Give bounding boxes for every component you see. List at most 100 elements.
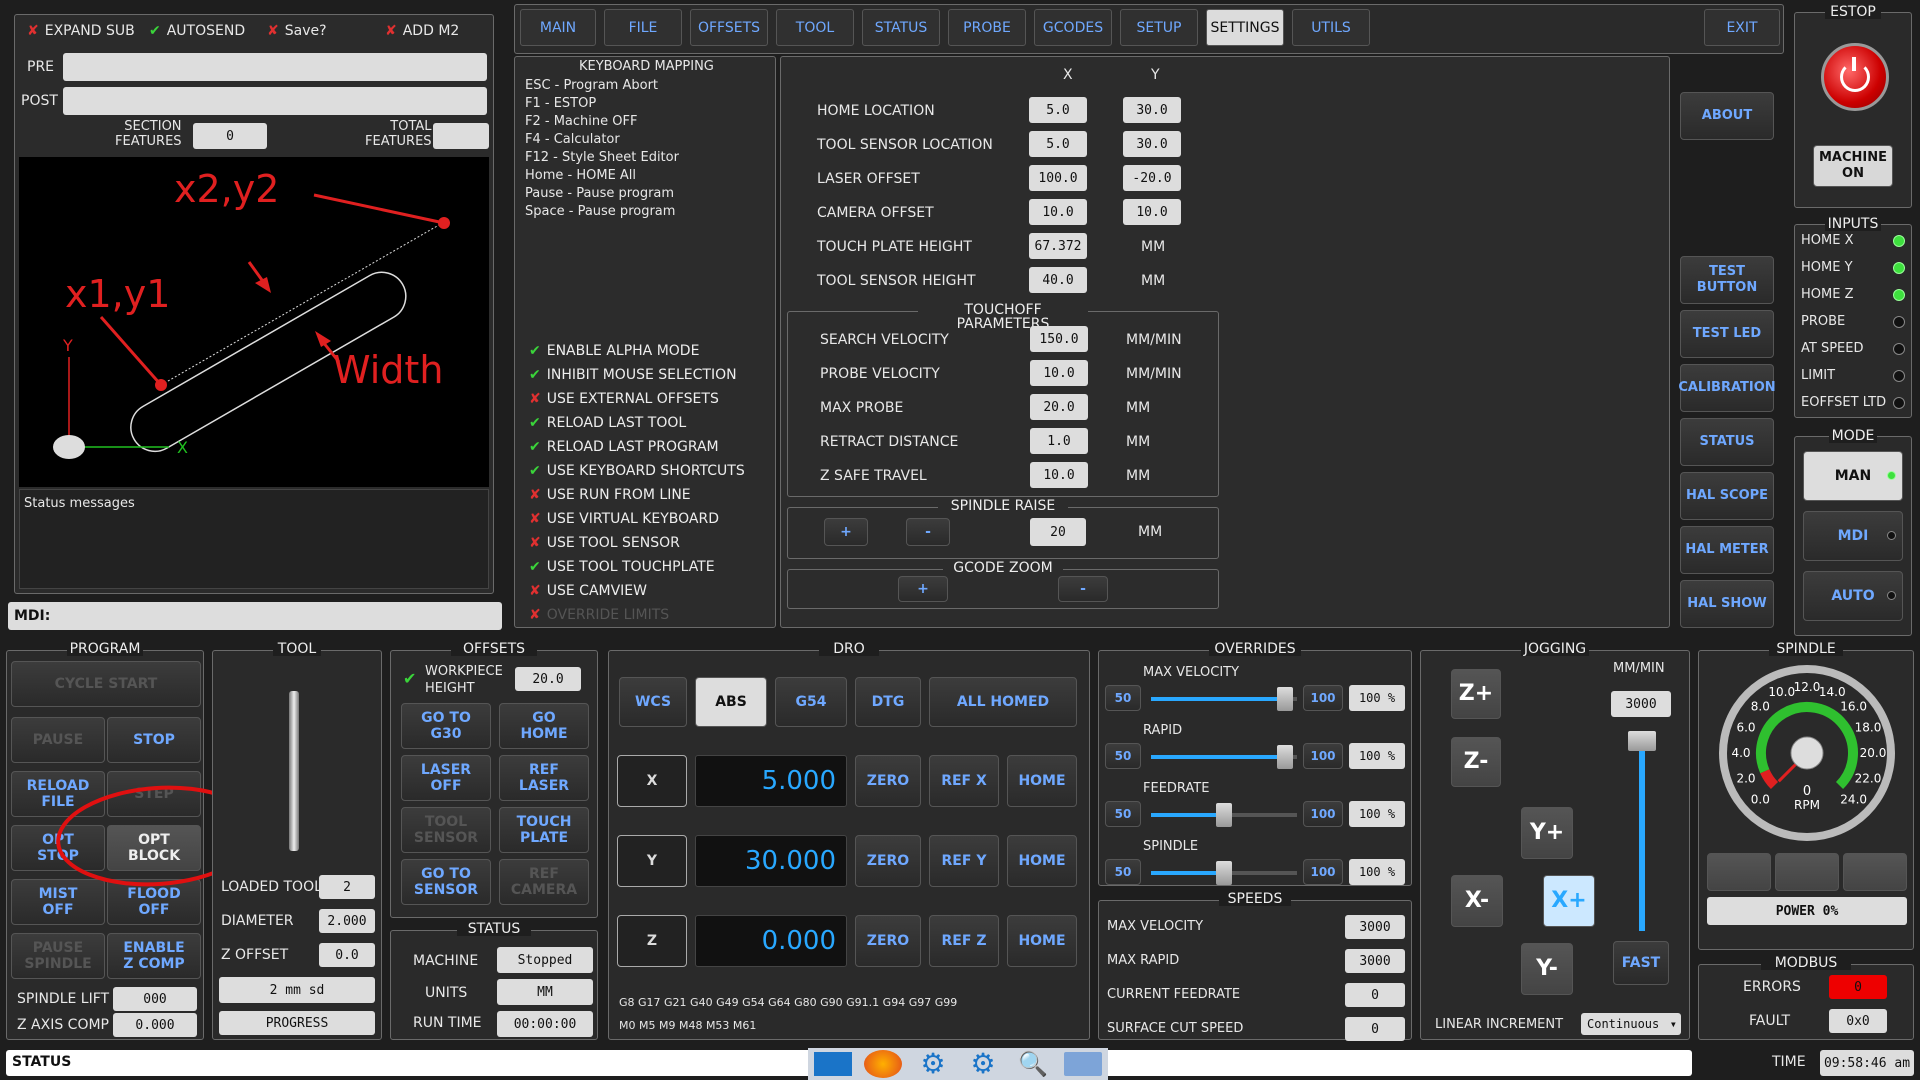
gcode-zoom-minus-button[interactable]: - — [1058, 576, 1108, 602]
mode-auto-button[interactable]: AUTO — [1803, 571, 1903, 621]
setting-x-value[interactable]: 100.0 — [1029, 165, 1087, 191]
override-max-button[interactable]: 100 — [1303, 743, 1343, 769]
folder-icon[interactable] — [1064, 1052, 1102, 1076]
total-features-value[interactable] — [433, 123, 489, 149]
goto-sensor-button[interactable]: GO TO SENSOR — [401, 859, 491, 905]
override-slider-handle[interactable] — [1216, 861, 1232, 885]
workpiece-height-value[interactable]: 20.0 — [515, 667, 581, 691]
touchoff-value[interactable]: 10.0 — [1030, 462, 1088, 488]
gcode-preview[interactable]: x2,y2 x1,y1 Width Y X — [19, 157, 489, 487]
settings-gear-icon[interactable]: ⚙ — [914, 1050, 952, 1078]
gcode-zoom-plus-button[interactable]: + — [898, 576, 948, 602]
jog-rate-value[interactable]: 3000 — [1611, 691, 1671, 717]
setting-checkbox-0[interactable]: ✔ ENABLE ALPHA MODE — [529, 343, 699, 359]
override-slider[interactable] — [1151, 861, 1297, 885]
cycle-start-button[interactable]: CYCLE START — [11, 661, 201, 707]
spindle-stop-button[interactable] — [1775, 853, 1839, 891]
abs-button[interactable]: ABS — [695, 677, 767, 727]
setting-x-value[interactable]: 40.0 — [1029, 267, 1087, 293]
tab-file[interactable]: FILE — [604, 9, 682, 46]
dro-axis-y-label[interactable]: Y — [617, 835, 687, 887]
setting-x-value[interactable]: 10.0 — [1029, 199, 1087, 225]
linear-increment-select[interactable]: Continuous ▾ — [1581, 1013, 1681, 1035]
setting-checkbox-7[interactable]: ✘ USE VIRTUAL KEYBOARD — [529, 511, 719, 527]
mode-man-button[interactable]: MAN — [1803, 451, 1903, 501]
section-features-value[interactable]: 0 — [193, 123, 267, 149]
tab-setup[interactable]: SETUP — [1120, 9, 1198, 46]
tool-sensor-button[interactable]: TOOL SENSOR — [401, 807, 491, 853]
machine-on-button[interactable]: MACHINE ON — [1813, 145, 1893, 187]
setting-x-value[interactable]: 67.372 — [1029, 233, 1087, 259]
tab-settings[interactable]: SETTINGS — [1206, 9, 1284, 46]
autosend-checkbox[interactable]: ✔ AUTOSEND — [149, 23, 245, 39]
jog-x-minus-button[interactable]: X- — [1451, 875, 1503, 927]
wcs-button[interactable]: WCS — [619, 677, 687, 727]
g54-button[interactable]: G54 — [775, 677, 847, 727]
override-min-button[interactable]: 50 — [1105, 685, 1141, 711]
setting-checkbox-4[interactable]: ✔ RELOAD LAST PROGRAM — [529, 439, 719, 455]
settings-gear-icon-2[interactable]: ⚙ — [964, 1050, 1002, 1078]
tab-gcodes[interactable]: GCODES — [1034, 9, 1112, 46]
tab-tool[interactable]: TOOL — [776, 9, 854, 46]
z-axis-comp-value[interactable]: 0.000 — [113, 1013, 197, 1037]
override-slider[interactable] — [1151, 745, 1297, 769]
home-y-button[interactable]: HOME — [1007, 835, 1077, 887]
setting-checkbox-10[interactable]: ✘ USE CAMVIEW — [529, 583, 647, 599]
setting-checkbox-2[interactable]: ✘ USE EXTERNAL OFFSETS — [529, 391, 719, 407]
touchoff-value[interactable]: 20.0 — [1030, 394, 1088, 420]
tab-status[interactable]: STATUS — [862, 9, 940, 46]
setting-y-value[interactable]: -20.0 — [1123, 165, 1181, 191]
setting-y-value[interactable]: 30.0 — [1123, 97, 1181, 123]
override-slider-handle[interactable] — [1277, 687, 1294, 711]
pause-spindle-button[interactable]: PAUSE SPINDLE — [11, 933, 105, 979]
setting-checkbox-1[interactable]: ✔ INHIBIT MOUSE SELECTION — [529, 367, 737, 383]
enable-zcomp-button[interactable]: ENABLE Z COMP — [107, 933, 201, 979]
spindle-raise-value[interactable]: 20 — [1030, 518, 1086, 546]
jog-fast-button[interactable]: FAST — [1613, 941, 1669, 985]
side-button-test-led[interactable]: TEST LED — [1680, 310, 1774, 358]
goto-g30-button[interactable]: GO TO G30 — [401, 703, 491, 749]
override-min-button[interactable]: 50 — [1105, 859, 1141, 885]
side-button-hal-show[interactable]: HAL SHOW — [1680, 580, 1774, 628]
ref-laser-button[interactable]: REF LASER — [499, 755, 589, 801]
spindle-raise-plus-button[interactable]: + — [824, 518, 868, 546]
dro-axis-x-label[interactable]: X — [617, 755, 687, 807]
add-m2-checkbox[interactable]: ✘ ADD M2 — [385, 23, 459, 39]
exit-button[interactable]: EXIT — [1704, 9, 1780, 46]
touchoff-value[interactable]: 1.0 — [1030, 428, 1088, 454]
side-button-calibration[interactable]: CALIBRATION — [1678, 364, 1776, 412]
touchoff-value[interactable]: 150.0 — [1030, 326, 1088, 352]
setting-y-value[interactable]: 10.0 — [1123, 199, 1181, 225]
setting-checkbox-11[interactable]: ✘ OVERRIDE LIMITS — [529, 607, 669, 623]
zero-y-button[interactable]: ZERO — [855, 835, 921, 887]
override-slider-handle[interactable] — [1216, 803, 1232, 827]
jog-z-plus-button[interactable]: Z+ — [1451, 669, 1501, 719]
override-min-button[interactable]: 50 — [1105, 801, 1141, 827]
override-min-button[interactable]: 50 — [1105, 743, 1141, 769]
override-slider-handle[interactable] — [1277, 745, 1294, 769]
setting-checkbox-3[interactable]: ✔ RELOAD LAST TOOL — [529, 415, 686, 431]
go-home-button[interactable]: GO HOME — [499, 703, 589, 749]
home-x-button[interactable]: HOME — [1007, 755, 1077, 807]
zero-x-button[interactable]: ZERO — [855, 755, 921, 807]
setting-x-value[interactable]: 5.0 — [1029, 131, 1087, 157]
touch-plate-button[interactable]: TOUCH PLATE — [499, 807, 589, 853]
estop-button[interactable] — [1821, 43, 1889, 111]
override-max-button[interactable]: 100 — [1303, 801, 1343, 827]
ref-z-button[interactable]: REF Z — [929, 915, 999, 967]
all-homed-button[interactable]: ALL HOMED — [929, 677, 1077, 727]
touchoff-value[interactable]: 10.0 — [1030, 360, 1088, 386]
tab-utils[interactable]: UTILS — [1292, 9, 1370, 46]
spindle-forward-button[interactable] — [1843, 853, 1907, 891]
side-button-about[interactable]: ABOUT — [1680, 92, 1774, 140]
setting-checkbox-8[interactable]: ✘ USE TOOL SENSOR — [529, 535, 680, 551]
side-button-hal-meter[interactable]: HAL METER — [1680, 526, 1774, 574]
stop-button[interactable]: STOP — [107, 717, 201, 763]
override-slider[interactable] — [1151, 803, 1297, 827]
override-slider[interactable] — [1151, 687, 1297, 711]
desktop-icon[interactable] — [814, 1052, 852, 1076]
override-max-button[interactable]: 100 — [1303, 859, 1343, 885]
ref-y-button[interactable]: REF Y — [929, 835, 999, 887]
dtg-button[interactable]: DTG — [855, 677, 921, 727]
setting-checkbox-5[interactable]: ✔ USE KEYBOARD SHORTCUTS — [529, 463, 745, 479]
